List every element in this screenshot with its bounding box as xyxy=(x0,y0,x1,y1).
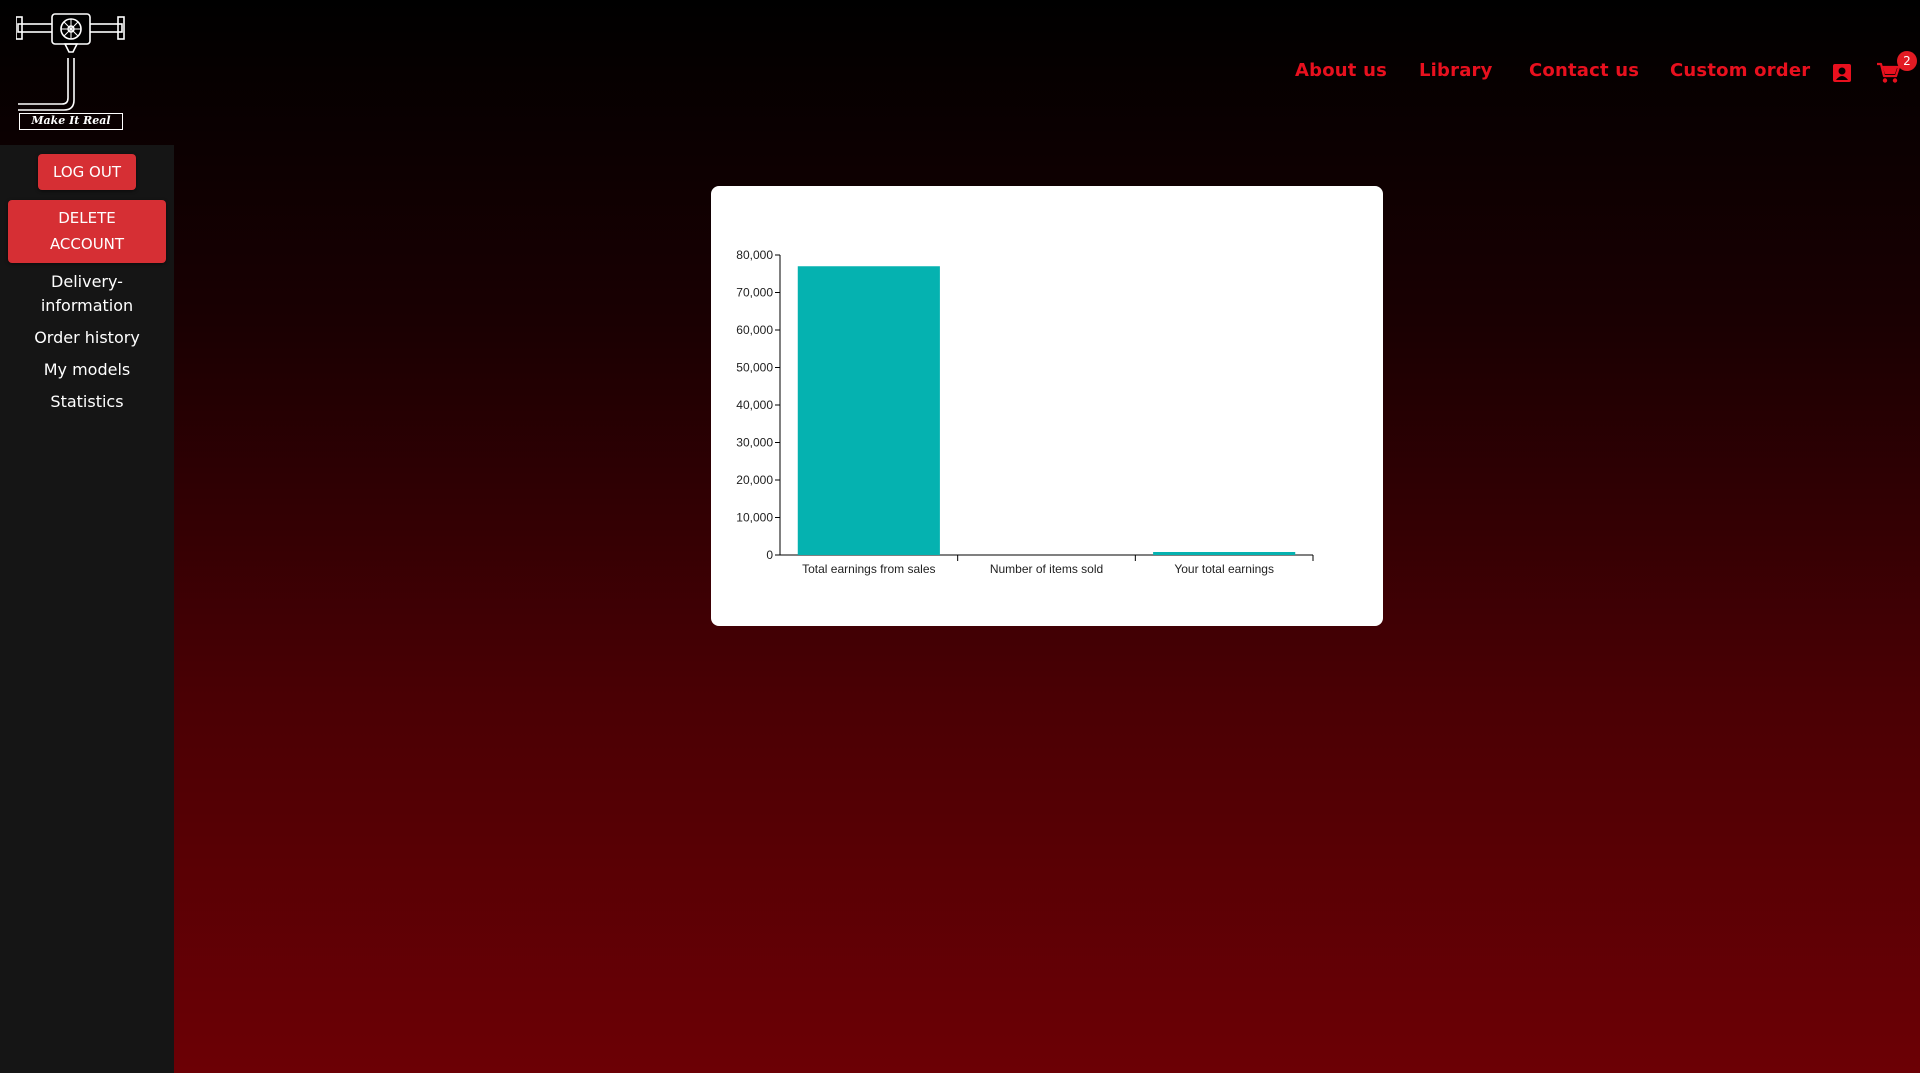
y-tick-label: 70,000 xyxy=(736,286,773,300)
shopping-cart-icon[interactable] xyxy=(1876,62,1901,84)
nav-about-us[interactable]: About us xyxy=(1295,60,1387,81)
top-header: Make It Real About us Library Contact us… xyxy=(0,0,1920,145)
logout-button[interactable]: LOG OUT xyxy=(38,154,136,190)
sidebar-item-delivery-information[interactable]: Delivery- information xyxy=(0,270,174,318)
account-box-icon[interactable] xyxy=(1832,63,1852,83)
y-tick-label: 10,000 xyxy=(736,511,773,525)
x-category-label: Number of items sold xyxy=(990,562,1103,576)
delivery-label-line2: information xyxy=(40,296,134,315)
y-tick-label: 30,000 xyxy=(736,436,773,450)
delete-label-line2: ACCOUNT xyxy=(49,235,125,253)
y-tick-label: 60,000 xyxy=(736,323,773,337)
y-tick-label: 40,000 xyxy=(736,398,773,412)
cart-count-badge: 2 xyxy=(1897,51,1917,71)
statistics-bar-chart: 0 10,000 20,000 30,000 40,000 50,000 60,000 70,… xyxy=(736,248,1314,576)
site-logo[interactable]: Make It Real xyxy=(15,12,128,132)
nav-custom-order[interactable]: Custom order xyxy=(1670,60,1810,81)
sidebar-item-order-history[interactable]: Order history xyxy=(0,326,174,350)
delete-label-line1: DELETE xyxy=(58,209,116,227)
statistics-card: 0 10,000 20,000 30,000 40,000 50,000 60,000 70,… xyxy=(711,186,1383,626)
x-category-label: Total earnings from sales xyxy=(802,562,935,576)
nav-library[interactable]: Library xyxy=(1419,60,1493,81)
x-category-label: Your total earnings xyxy=(1174,562,1274,576)
nav-contact-us[interactable]: Contact us xyxy=(1529,60,1639,81)
y-tick-label: 0 xyxy=(766,548,773,562)
y-tick-label: 50,000 xyxy=(736,361,773,375)
bar xyxy=(797,266,940,555)
sidebar-item-my-models[interactable]: My models xyxy=(0,358,174,382)
delivery-label-line1: Delivery- xyxy=(51,272,123,291)
sidebar: LOG OUT DELETE ACCOUNT Delivery- informa… xyxy=(0,145,174,1073)
delete-account-button[interactable]: DELETE ACCOUNT xyxy=(8,200,166,263)
printer-logo-icon xyxy=(15,13,125,111)
y-tick-label: 80,000 xyxy=(736,248,773,262)
sidebar-item-statistics[interactable]: Statistics xyxy=(0,390,174,414)
bar xyxy=(1153,552,1296,555)
logo-text: Make It Real xyxy=(19,113,123,130)
y-tick-label: 20,000 xyxy=(736,473,773,487)
